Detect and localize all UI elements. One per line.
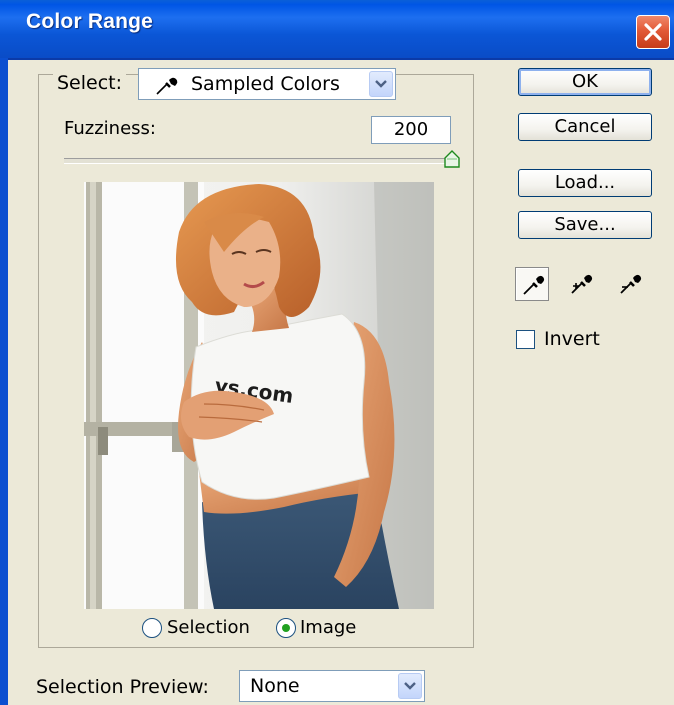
eyedropper-plus-icon (571, 274, 593, 294)
invert-checkbox[interactable] (516, 330, 535, 349)
fuzziness-slider-track[interactable] (64, 158, 456, 164)
eyedropper-icon (523, 275, 545, 295)
color-range-dialog: Color Range Select: Sampled Colors Fuzzi… (0, 0, 674, 705)
image-radio-label: Image (300, 617, 357, 638)
selection-preview-label: Selection Preview: (36, 676, 209, 698)
load-button[interactable]: Load... (518, 169, 652, 197)
close-icon (644, 23, 662, 41)
eyedropper-minus-tool[interactable] (613, 267, 647, 301)
fuzziness-slider-thumb[interactable] (444, 150, 460, 172)
fuzziness-input[interactable]: 200 (371, 116, 451, 144)
eyedropper-plus-tool[interactable] (564, 267, 598, 301)
invert-label: Invert (544, 328, 600, 350)
select-dropdown[interactable]: Sampled Colors (138, 68, 396, 100)
selection-preview-value: None (250, 675, 300, 697)
ok-button[interactable]: OK (518, 68, 652, 96)
eyedropper-tool[interactable] (515, 267, 549, 301)
image-radio[interactable] (276, 618, 296, 638)
title-bar[interactable]: Color Range (0, 0, 674, 60)
fuzziness-label: Fuzziness: (64, 118, 156, 139)
selection-preview-dropdown-arrow[interactable] (398, 673, 422, 699)
dialog-title: Color Range (26, 10, 154, 33)
save-button[interactable]: Save... (518, 211, 652, 239)
selection-preview-dropdown[interactable]: None (239, 670, 425, 702)
eyedropper-minus-icon (620, 274, 642, 294)
chevron-down-icon (404, 682, 416, 690)
cancel-button[interactable]: Cancel (518, 113, 652, 141)
chevron-down-icon (375, 80, 387, 88)
select-label: Select: (53, 72, 127, 94)
close-button[interactable] (636, 15, 670, 49)
select-value: Sampled Colors (191, 73, 340, 95)
eyedropper-icon (155, 76, 179, 100)
preview-image: ys.com (84, 182, 434, 609)
window-frame-edge (0, 58, 8, 705)
selection-radio[interactable] (142, 618, 162, 638)
selection-radio-label: Selection (167, 617, 250, 638)
select-dropdown-arrow[interactable] (369, 71, 393, 97)
